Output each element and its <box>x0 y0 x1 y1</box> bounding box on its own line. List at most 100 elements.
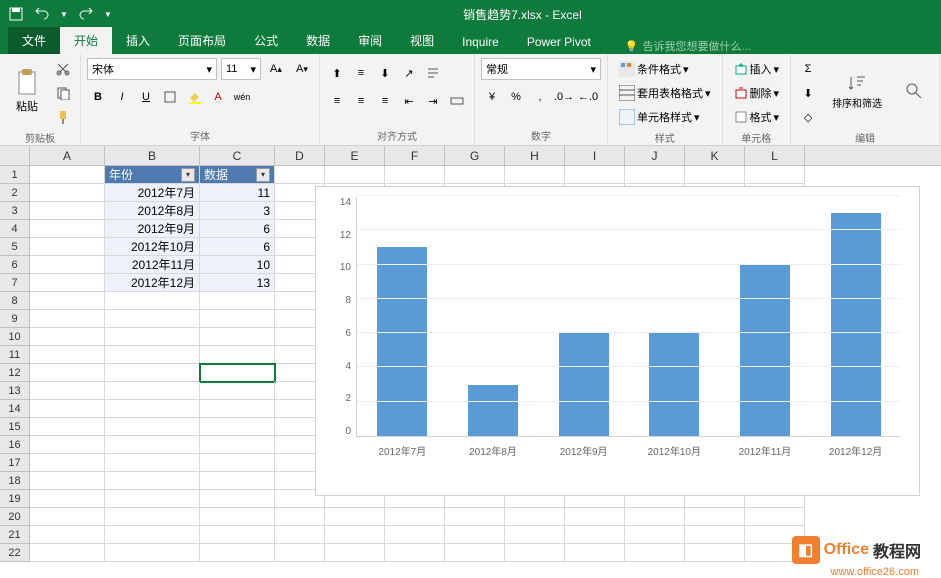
row-header[interactable]: 15 <box>0 418 30 436</box>
tab-insert[interactable]: 插入 <box>112 27 164 54</box>
col-header-C[interactable]: C <box>200 146 275 165</box>
filter-arrow-icon[interactable]: ▾ <box>181 168 195 182</box>
cell[interactable] <box>30 184 105 202</box>
italic-button[interactable]: I <box>111 86 133 108</box>
cell-styles-button[interactable]: 单元格样式 ▾ <box>614 106 705 128</box>
cell[interactable] <box>445 508 505 526</box>
row-header[interactable]: 9 <box>0 310 30 328</box>
row-header[interactable]: 14 <box>0 400 30 418</box>
row-header[interactable]: 13 <box>0 382 30 400</box>
cell[interactable] <box>625 508 685 526</box>
cell[interactable] <box>505 526 565 544</box>
sort-filter-button[interactable]: 排序和筛选 <box>823 58 891 124</box>
cell[interactable] <box>565 166 625 184</box>
cell[interactable] <box>385 544 445 562</box>
cell[interactable] <box>745 508 805 526</box>
chart-bar[interactable] <box>740 265 790 436</box>
decrease-font-button[interactable]: A▾ <box>291 58 313 80</box>
cell[interactable] <box>625 166 685 184</box>
row-header[interactable]: 8 <box>0 292 30 310</box>
cell[interactable] <box>445 544 505 562</box>
autosum-button[interactable]: Σ <box>797 58 819 80</box>
cell[interactable] <box>105 490 200 508</box>
cell[interactable] <box>105 472 200 490</box>
tab-layout[interactable]: 页面布局 <box>164 27 240 54</box>
cell[interactable] <box>200 400 275 418</box>
col-header-H[interactable]: H <box>505 146 565 165</box>
fill-button[interactable]: ⬇ <box>797 82 819 104</box>
row-header[interactable]: 6 <box>0 256 30 274</box>
cell[interactable]: 6 <box>200 220 275 238</box>
cut-button[interactable] <box>52 58 74 80</box>
cell[interactable] <box>625 544 685 562</box>
cell[interactable]: 10 <box>200 256 275 274</box>
clear-button[interactable]: ◇ <box>797 106 819 128</box>
select-all-corner[interactable] <box>0 146 30 165</box>
row-header[interactable]: 12 <box>0 364 30 382</box>
cell[interactable] <box>30 508 105 526</box>
cell[interactable] <box>275 508 325 526</box>
cell[interactable] <box>30 328 105 346</box>
cell[interactable] <box>505 508 565 526</box>
cell[interactable] <box>325 166 385 184</box>
row-header[interactable]: 4 <box>0 220 30 238</box>
save-icon[interactable] <box>8 6 24 22</box>
cell[interactable] <box>105 508 200 526</box>
cell[interactable] <box>105 544 200 562</box>
row-header[interactable]: 20 <box>0 508 30 526</box>
currency-button[interactable]: ¥ <box>481 86 503 108</box>
align-center-button[interactable]: ≡ <box>350 90 372 112</box>
cell[interactable] <box>565 526 625 544</box>
row-header[interactable]: 2 <box>0 184 30 202</box>
format-painter-button[interactable] <box>52 106 74 128</box>
format-cells-button[interactable]: 格式 ▾ <box>729 106 785 128</box>
cell[interactable] <box>505 166 565 184</box>
cell[interactable] <box>200 526 275 544</box>
merge-button[interactable] <box>446 90 468 112</box>
cell[interactable] <box>105 328 200 346</box>
row-header[interactable]: 18 <box>0 472 30 490</box>
cell[interactable] <box>445 526 505 544</box>
undo-icon[interactable] <box>34 6 50 22</box>
decrease-indent-button[interactable]: ⇤ <box>398 90 420 112</box>
cell[interactable] <box>30 454 105 472</box>
col-header-K[interactable]: K <box>685 146 745 165</box>
cell[interactable] <box>275 166 325 184</box>
embedded-chart[interactable]: 14121086420 2012年7月2012年8月2012年9月2012年10… <box>315 186 920 496</box>
row-header[interactable]: 11 <box>0 346 30 364</box>
cell[interactable] <box>30 256 105 274</box>
font-name-dropdown[interactable]: 宋体▾ <box>87 58 217 80</box>
cell[interactable] <box>105 436 200 454</box>
cell[interactable] <box>565 544 625 562</box>
qat-customize-icon[interactable]: ▼ <box>104 10 112 19</box>
cell[interactable] <box>200 364 275 382</box>
cell[interactable] <box>685 166 745 184</box>
cell[interactable] <box>200 310 275 328</box>
table-format-button[interactable]: 套用表格格式 ▾ <box>614 82 716 104</box>
undo-dropdown-icon[interactable]: ▼ <box>60 10 68 19</box>
cell[interactable] <box>385 508 445 526</box>
increase-indent-button[interactable]: ⇥ <box>422 90 444 112</box>
cell[interactable]: 11 <box>200 184 275 202</box>
cell[interactable] <box>200 544 275 562</box>
row-header[interactable]: 16 <box>0 436 30 454</box>
chart-bar[interactable] <box>468 385 518 436</box>
increase-decimal-button[interactable]: .0→ <box>553 86 575 108</box>
cell[interactable] <box>105 400 200 418</box>
cell[interactable] <box>105 292 200 310</box>
cell[interactable] <box>200 382 275 400</box>
cell[interactable] <box>200 346 275 364</box>
tab-review[interactable]: 审阅 <box>344 27 396 54</box>
cell[interactable] <box>625 526 685 544</box>
row-header[interactable]: 21 <box>0 526 30 544</box>
cell[interactable] <box>200 436 275 454</box>
row-header[interactable]: 17 <box>0 454 30 472</box>
tab-powerpivot[interactable]: Power Pivot <box>513 30 605 54</box>
cell[interactable] <box>200 508 275 526</box>
cell[interactable] <box>30 544 105 562</box>
cell[interactable] <box>30 202 105 220</box>
fill-color-button[interactable] <box>183 86 205 108</box>
tab-view[interactable]: 视图 <box>396 27 448 54</box>
cell[interactable] <box>275 544 325 562</box>
cell[interactable] <box>685 526 745 544</box>
